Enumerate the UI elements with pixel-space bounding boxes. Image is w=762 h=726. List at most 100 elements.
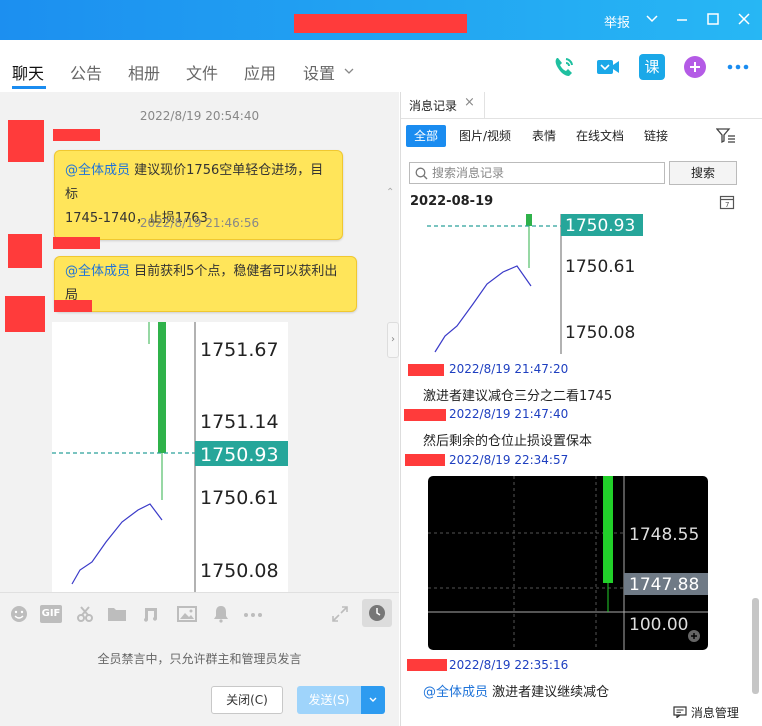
- tab-files[interactable]: 文件: [186, 60, 218, 84]
- filter-stickers[interactable]: 表情: [524, 125, 564, 147]
- sender-name-redacted: [408, 364, 444, 376]
- history-tab-label[interactable]: 消息记录: [409, 97, 457, 114]
- image-icon[interactable]: [177, 605, 197, 623]
- green-candle: [526, 214, 532, 226]
- input-toolbar: GIF 全员禁言中，只允许群主和管理员发言 关闭(C) 发送(S): [0, 592, 399, 726]
- history-timestamp: 2022/8/19 21:47:20: [449, 362, 569, 376]
- bell-icon[interactable]: [212, 605, 230, 623]
- history-scrollbar[interactable]: [752, 598, 759, 694]
- history-chart-image[interactable]: 1750.93 1750.61 1750.08: [427, 214, 643, 354]
- sender-name-redacted: [54, 300, 92, 312]
- volume-label: 100.00: [629, 615, 688, 635]
- tab-settings[interactable]: 设置: [303, 60, 335, 84]
- search-icon: [415, 167, 428, 180]
- avatar[interactable]: [8, 234, 42, 268]
- tick-label: 1750.61: [200, 487, 279, 509]
- message-manage-icon: [673, 706, 687, 719]
- scroll-up-icon[interactable]: ⌃: [386, 187, 394, 198]
- maximize-icon[interactable]: [704, 10, 722, 28]
- tick-label: 1751.14: [200, 411, 279, 433]
- add-app-icon[interactable]: [682, 54, 708, 80]
- history-timestamp: 2022/8/19 22:34:57: [449, 453, 569, 467]
- tab-album[interactable]: 相册: [128, 60, 160, 84]
- send-options-button[interactable]: [361, 686, 385, 714]
- price-chart: 1750.93 1750.61 1750.08: [427, 214, 643, 354]
- mention-all[interactable]: @全体成员: [423, 685, 488, 700]
- close-tab-icon[interactable]: ×: [464, 95, 475, 110]
- folder-icon[interactable]: [107, 605, 127, 623]
- more-tools-icon[interactable]: [242, 605, 264, 623]
- window-title-redacted: [294, 14, 467, 33]
- tab-announcement[interactable]: 公告: [70, 60, 102, 84]
- message-management-label: 消息管理: [690, 706, 739, 720]
- chart-image-message[interactable]: 1751.67 1751.14 1750.93 1750.61 1750.08: [52, 322, 288, 592]
- send-button[interactable]: 发送(S): [297, 686, 361, 714]
- sender-name-redacted: [404, 409, 446, 421]
- mention-all[interactable]: @全体成员: [65, 163, 130, 178]
- search-button[interactable]: 搜索: [669, 161, 737, 185]
- tab-divider: [401, 118, 762, 119]
- history-message-body: 激进者建议继续减仓: [492, 685, 610, 700]
- collapse-panel-handle[interactable]: ›: [387, 322, 399, 358]
- expand-icon[interactable]: [331, 605, 349, 623]
- green-candle: [603, 476, 613, 583]
- history-message-text: @全体成员 激进者建议继续减仓: [423, 681, 609, 700]
- mention-all[interactable]: @全体成员: [65, 264, 130, 279]
- average-line: [71, 503, 163, 585]
- message-history-panel: 消息记录 × 全部 图片/视频 表情 在线文档 链接 搜索 2022-08-19…: [400, 92, 762, 726]
- history-timestamp: 2022/8/19 22:35:16: [449, 658, 569, 672]
- history-dark-chart-image[interactable]: 1748.55 1747.88 100.00: [428, 476, 708, 650]
- active-tab-indicator: [12, 86, 46, 89]
- filter-all[interactable]: 全部: [406, 125, 447, 147]
- message-bubble[interactable]: @全体成员 目前获利5个点，稳健者可以获利出局: [54, 256, 357, 312]
- chat-message-area[interactable]: ⌃ 2022/8/19 20:54:40 @全体成员 建议现价1756空单轻仓进…: [0, 92, 399, 592]
- filter-icon[interactable]: [716, 127, 736, 145]
- tab-chat[interactable]: 聊天: [12, 60, 44, 84]
- emoji-icon[interactable]: [10, 605, 28, 623]
- sender-name-redacted: [53, 129, 100, 141]
- voice-call-icon[interactable]: [551, 54, 577, 80]
- music-icon[interactable]: [142, 605, 160, 623]
- dark-price-chart: 1748.55 1747.88 100.00: [428, 476, 708, 650]
- avatar[interactable]: [5, 296, 45, 332]
- report-link[interactable]: 举报: [604, 12, 630, 31]
- history-timestamp: 2022/8/19 21:47:40: [449, 407, 569, 421]
- calendar-icon[interactable]: 7: [719, 194, 735, 210]
- sender-name-redacted: [405, 454, 445, 466]
- chevron-down-icon[interactable]: [643, 10, 661, 28]
- tick-label: 1750.08: [200, 560, 279, 582]
- history-toggle-button[interactable]: [362, 599, 392, 627]
- settings-chevron-icon[interactable]: [343, 65, 355, 77]
- history-search-box: [409, 162, 665, 184]
- average-line: [434, 265, 532, 353]
- current-price-label: 1747.88: [629, 575, 699, 595]
- history-date: 2022-08-19: [410, 194, 494, 209]
- sender-name-redacted: [407, 659, 447, 671]
- filter-docs[interactable]: 在线文档: [568, 125, 632, 147]
- muted-notice: 全员禁言中，只允许群主和管理员发言: [97, 652, 302, 666]
- price-chart: 1751.67 1751.14 1750.93 1750.61 1750.08: [52, 322, 288, 592]
- history-message-text: 然后剩余的仓位止损设置保本: [423, 434, 593, 449]
- history-search-input[interactable]: [432, 165, 660, 181]
- tab-apps[interactable]: 应用: [244, 60, 276, 84]
- tick-label: 1751.67: [200, 339, 279, 361]
- message-management-button[interactable]: 消息管理: [673, 704, 739, 721]
- close-button[interactable]: 关闭(C): [211, 686, 283, 714]
- current-price-label: 1750.93: [200, 444, 279, 466]
- filter-media[interactable]: 图片/视频: [451, 125, 519, 147]
- message-timestamp: 2022/8/19 21:46:56: [139, 216, 260, 230]
- filter-links[interactable]: 链接: [636, 125, 676, 147]
- more-icon[interactable]: [725, 54, 751, 80]
- avatar[interactable]: [8, 120, 44, 162]
- message-timestamp: 2022/8/19 20:54:40: [139, 109, 260, 123]
- gif-icon[interactable]: GIF: [40, 605, 62, 623]
- video-call-icon[interactable]: [595, 54, 621, 80]
- tick-label: 1750.61: [565, 257, 635, 277]
- minimize-icon[interactable]: [673, 10, 691, 28]
- lesson-icon[interactable]: 课: [639, 54, 665, 80]
- tick-label: 1750.08: [565, 323, 635, 343]
- scissors-icon[interactable]: [76, 605, 94, 623]
- svg-text:7: 7: [725, 201, 729, 209]
- tick-label: 1748.55: [629, 525, 699, 545]
- close-icon[interactable]: [735, 10, 753, 28]
